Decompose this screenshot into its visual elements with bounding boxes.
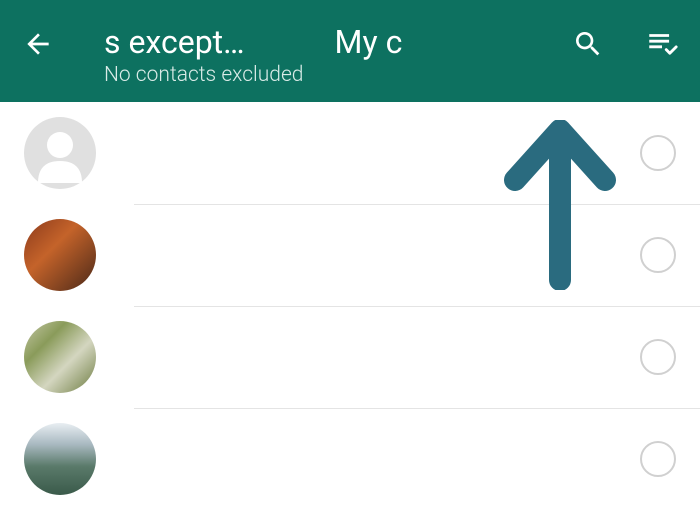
back-button[interactable]	[20, 26, 56, 62]
back-arrow-icon	[22, 28, 54, 60]
contact-avatar	[24, 219, 96, 291]
header-title: s except…	[104, 23, 245, 61]
title-area: s except… My c No contacts excluded	[104, 23, 570, 87]
header-title-secondary: My c	[335, 23, 403, 61]
contact-row[interactable]	[0, 306, 700, 408]
header-subtitle: No contacts excluded	[104, 63, 570, 87]
contact-radio[interactable]	[640, 441, 676, 477]
app-header: s except… My c No contacts excluded	[0, 0, 700, 102]
search-icon	[572, 28, 604, 60]
contact-row[interactable]	[0, 204, 700, 306]
search-button[interactable]	[570, 26, 606, 62]
contact-avatar	[24, 423, 96, 495]
header-actions	[570, 26, 680, 62]
contact-row[interactable]	[0, 102, 700, 204]
contact-radio[interactable]	[640, 339, 676, 375]
contact-list	[0, 102, 700, 510]
select-all-button[interactable]	[644, 26, 680, 62]
contact-avatar	[24, 321, 96, 393]
contact-avatar-placeholder	[24, 117, 96, 189]
select-all-icon	[645, 27, 679, 61]
contact-radio[interactable]	[640, 135, 676, 171]
person-icon	[24, 117, 96, 189]
contact-radio[interactable]	[640, 237, 676, 273]
contact-row[interactable]	[0, 408, 700, 510]
